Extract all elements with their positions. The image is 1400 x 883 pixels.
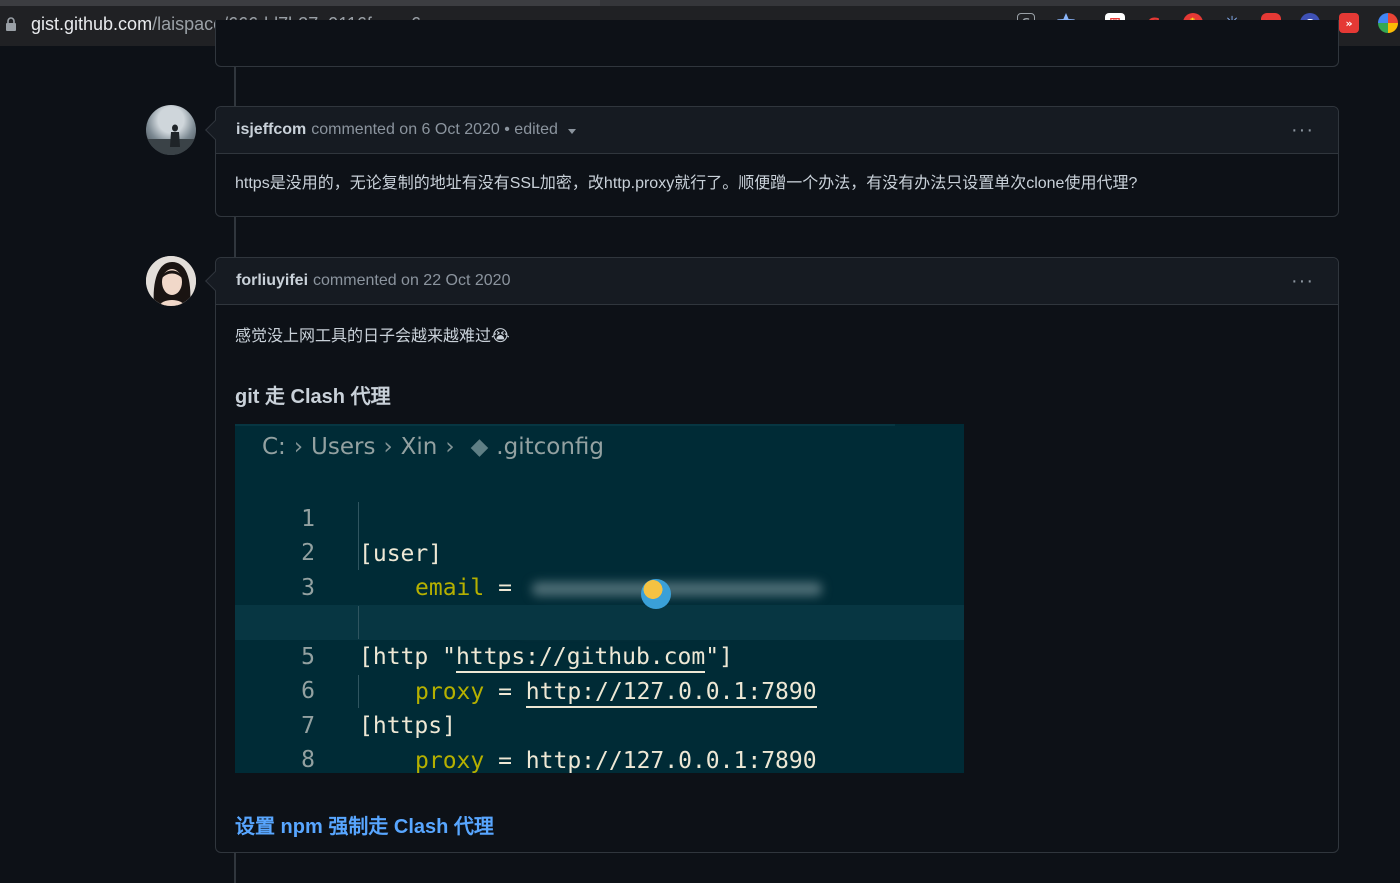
avatar-image: [146, 124, 196, 155]
comment-header: forliuyifei commented on 22 Oct 2020 ···: [216, 258, 1338, 305]
code-key: proxy: [415, 748, 485, 773]
cursor-icon: [641, 579, 671, 609]
chevron-right-icon: ›: [293, 434, 304, 460]
comment-body: https是没用的，无论复制的地址有没有SSL加密，改http.proxy就行了…: [235, 175, 1138, 192]
code-line: 2 email =: [235, 501, 964, 601]
ext-icon-8[interactable]: [1378, 13, 1398, 33]
indent-guide: [358, 606, 359, 639]
comment-body: 感觉没上网工具的日子会越来越难过😭: [235, 328, 510, 345]
code-operator: =: [484, 748, 526, 773]
code-line-highlighted: 5 proxy = http://127.0.0.1:7890: [235, 605, 964, 708]
markdown-heading: git 走 Clash 代理: [235, 386, 391, 408]
avatar[interactable]: [146, 105, 196, 155]
indent-guide: [358, 502, 359, 570]
previous-comment-box: [215, 20, 1339, 67]
code-url: http://127.0.0.1:7890: [525, 748, 817, 773]
code-line: 4 [http "https://github.com"]: [235, 570, 964, 673]
line-number: 8: [301, 747, 315, 773]
timeline-line: [234, 216, 236, 258]
comment-box: isjeffcom commented on 6 Oct 2020 • edit…: [205, 106, 1339, 217]
avatar-image: [146, 256, 196, 306]
code-line: 1 [user]: [235, 467, 964, 567]
markdown-link-heading[interactable]: 设置 npm 强制走 Clash 代理: [235, 810, 494, 839]
timeline-line: [234, 852, 236, 883]
comment-header: isjeffcom commented on 6 Oct 2020 • edit…: [216, 107, 1338, 154]
code-screenshot: C: › Users › Xin › ◆ .gitconfig 1 [user] 2 emai…: [235, 424, 964, 773]
indent-guide: [358, 675, 359, 708]
comment-author-link[interactable]: isjeffcom: [236, 121, 306, 139]
comment-author-link[interactable]: forliuyifei: [236, 272, 308, 290]
code-line: 7 proxy = http://127.0.0.1:7890: [235, 674, 964, 773]
chevron-right-icon: ›: [445, 434, 455, 460]
ext-icon-7[interactable]: »: [1339, 13, 1359, 33]
breadcrumb-item: Users: [311, 434, 376, 460]
url-host: gist.github.com: [31, 14, 153, 34]
avatar[interactable]: [146, 256, 196, 306]
code-line: 6 [https]: [235, 639, 964, 739]
chevron-down-icon[interactable]: [567, 129, 576, 134]
comment-box: forliuyifei commented on 22 Oct 2020 ···…: [205, 257, 1339, 853]
kebab-menu-icon[interactable]: ···: [1291, 120, 1314, 140]
lock-icon: [6, 17, 16, 31]
chevron-right-icon: ›: [383, 434, 393, 460]
code-line: 8: [235, 708, 964, 773]
breadcrumb-item: Xin: [400, 434, 438, 460]
comment-meta[interactable]: commented on 22 Oct 2020: [313, 272, 510, 290]
editor-tab-border: [235, 424, 895, 426]
timeline-line: [234, 66, 236, 106]
editor-breadcrumb: C: › Users › Xin › ◆ .gitconfig: [262, 434, 604, 460]
code-line: 3 name =: [235, 536, 964, 636]
breadcrumb-item: C:: [262, 434, 286, 460]
breadcrumb-item: .gitconfig: [496, 434, 604, 460]
comment-meta[interactable]: commented on 6 Oct 2020 • edited: [311, 121, 558, 139]
git-file-icon: ◆: [470, 434, 489, 460]
kebab-menu-icon[interactable]: ···: [1291, 271, 1314, 291]
